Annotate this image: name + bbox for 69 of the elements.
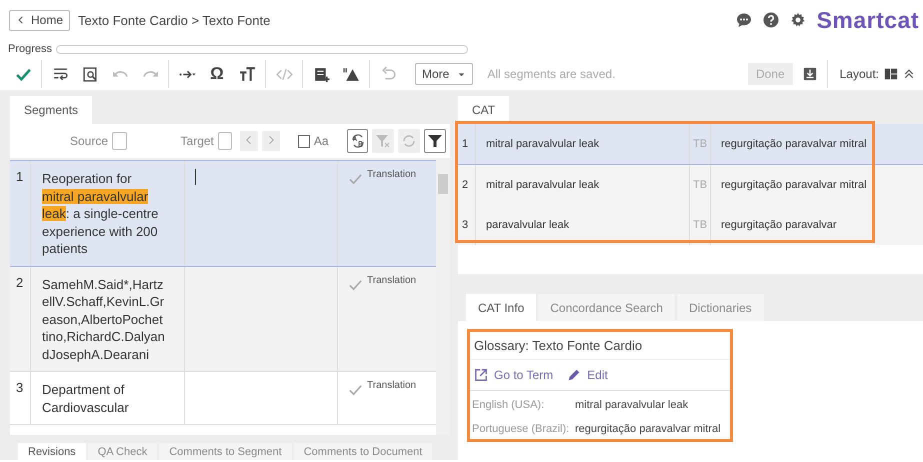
term-value: regurgitação paravalvar mitral (575, 423, 721, 435)
layout-grid-icon[interactable] (884, 67, 898, 81)
refresh-icon[interactable] (401, 133, 418, 149)
target-filter-field[interactable] (218, 132, 232, 150)
language-label: English (USA): (472, 399, 546, 411)
result-target: regurgitação paravalvar (710, 205, 870, 245)
result-number: 3 (461, 218, 470, 233)
result-number: 2 (461, 178, 470, 193)
logo: Smartcat (816, 6, 919, 34)
status-label: Translation (367, 379, 416, 391)
progress-label: Progress (8, 43, 52, 55)
go-to-term-link[interactable]: Go to Term (474, 368, 554, 382)
external-link-icon (474, 368, 488, 382)
filter-icon[interactable] (427, 133, 444, 149)
find-icon[interactable] (82, 66, 98, 82)
match-case-checkbox[interactable] (298, 134, 310, 148)
segment-number: 2 (15, 274, 24, 292)
scrollbar[interactable] (436, 160, 450, 435)
more-dropdown[interactable]: More (415, 63, 474, 85)
replace-icon[interactable] (350, 133, 366, 149)
text-size-icon[interactable] (238, 66, 256, 82)
breadcrumb: Texto Fonte Cardio > Texto Fonte (78, 12, 272, 28)
language-label: Portuguese (Brazil): (472, 423, 570, 435)
target-filter-label: Target (180, 134, 214, 148)
segment-number: 1 (15, 168, 24, 186)
wrap-text-icon[interactable] (52, 66, 68, 82)
edit-link[interactable]: Edit (567, 368, 608, 382)
source-filter-label: Source (70, 134, 108, 148)
cat-result-row[interactable]: 1 mitral paravalvular leak TB regurgitação paravalvar mitral (458, 124, 923, 165)
term-value: mitral paravalvular leak (575, 399, 688, 411)
add-note-icon[interactable] (312, 66, 330, 82)
result-source: paravalvular leak (475, 205, 690, 245)
segment-row[interactable]: 2 SamehM.Said*,HartzellV.Schaff,KevinL.Greason,AlbertoPochettino,RichardC.DalyandJosephA.Dearani Translation (10, 266, 436, 372)
status-label: Translation (367, 168, 416, 180)
home-button[interactable]: Home (9, 10, 70, 30)
chat-icon[interactable] (736, 12, 752, 28)
help-icon[interactable] (762, 12, 779, 28)
glossary-title: Glossary: Texto Fonte Cardio (470, 332, 730, 360)
collapse-icon[interactable] (903, 68, 915, 80)
settings-icon[interactable] (790, 12, 806, 28)
segment-row[interactable]: 1 Reoperation for mitral paravalvular leak: a single-centre experience with 200 patients Translation (10, 160, 436, 266)
segment-number: 3 (15, 379, 24, 397)
match-case-label: Aa (314, 134, 329, 148)
save-status: All segments are saved. (487, 67, 616, 81)
scrollbar-thumb[interactable] (438, 174, 448, 194)
clear-filter-icon[interactable] (375, 133, 392, 149)
segment-row[interactable]: 3 Department of Cardiovascular Translation (10, 372, 436, 425)
panel-tab[interactable]: CAT Info (466, 294, 536, 321)
source-text: Reoperation for mitral paravalvular leak: a single-centre experience with 200 patients (42, 170, 160, 258)
cat-result-row[interactable]: 2 mitral paravalvular leak TB regurgitação paravalvar mitral (458, 165, 923, 205)
result-source: mitral paravalvular leak (475, 124, 690, 164)
pencil-icon (567, 368, 582, 382)
status-label: Translation (367, 274, 416, 286)
result-type: TB (692, 137, 708, 152)
text-cursor (195, 169, 196, 185)
source-text: SamehM.Said*,HartzellV.Schaff,KevinL.Greason,AlbertoPochettino,RichardC.DalyandJosephA.Dearani (42, 276, 166, 363)
panel-tab[interactable]: Revisions (18, 443, 86, 460)
layout-label: Layout: (840, 67, 879, 81)
source-filter-field[interactable] (112, 132, 127, 150)
segments-tab[interactable]: Segments (10, 96, 92, 124)
result-type: TB (692, 218, 708, 233)
special-character-button[interactable]: Ω (202, 62, 232, 86)
result-number: 1 (461, 137, 470, 152)
source-text: Department of Cardiovascular (42, 381, 130, 416)
result-target: regurgitação paravalvar mitral (710, 124, 870, 164)
result-type: TB (692, 178, 708, 193)
warning-icon[interactable] (342, 66, 360, 82)
download-icon[interactable] (802, 67, 817, 81)
cat-result-row[interactable]: 3 paravalvular leak TB regurgitação paravalvar (458, 205, 923, 245)
